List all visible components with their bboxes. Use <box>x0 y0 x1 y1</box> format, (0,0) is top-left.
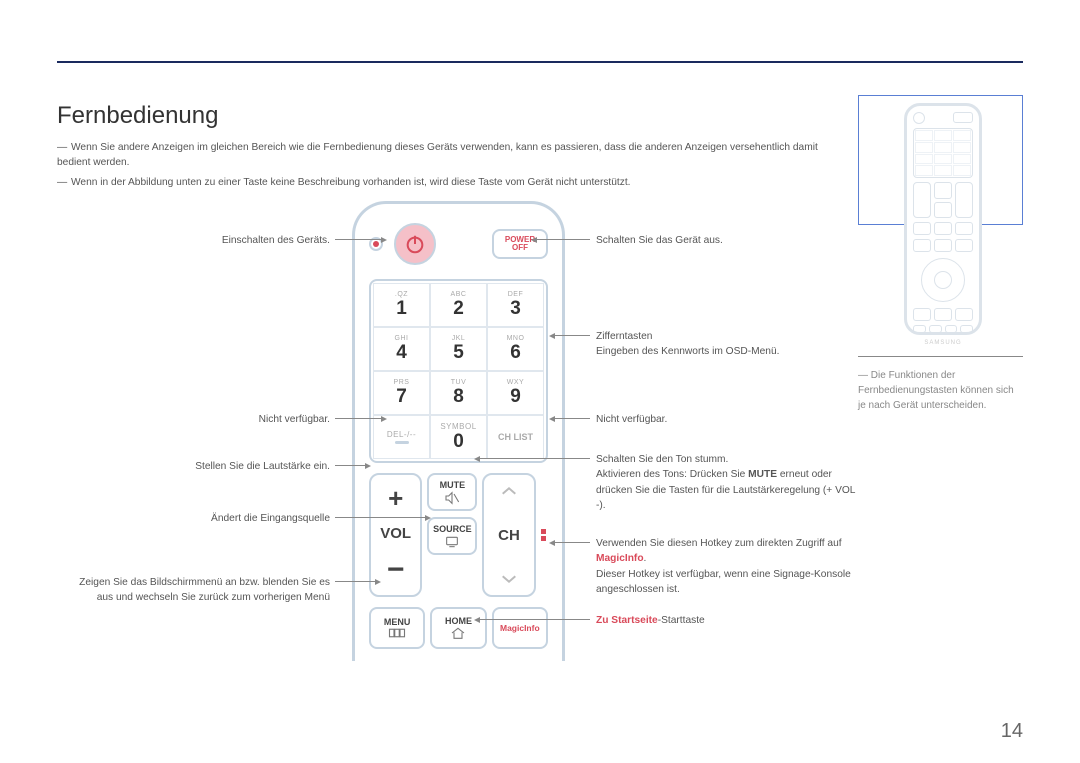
leader <box>335 465 365 466</box>
leader <box>335 517 425 518</box>
callout-na-left: Nicht verfügbar. <box>60 412 330 427</box>
leader <box>335 418 381 419</box>
callout-magicinfo: Verwenden Sie diesen Hotkey zum direkten… <box>596 536 856 597</box>
key-1: .QZ1 <box>373 283 430 327</box>
sidebar-note: ― Die Funktionen der Fernbedienungstaste… <box>858 368 1023 413</box>
remote-diagram: POWEROFF .QZ1 ABC2 DEF3 GHI4 JKL5 MNO6 P… <box>352 201 565 661</box>
magicinfo-button: MagicInfo <box>492 607 548 649</box>
key-7: PRS7 <box>373 371 430 415</box>
leader <box>335 239 381 240</box>
key-chlist: CH LIST <box>487 415 544 459</box>
key-6: MNO6 <box>487 327 544 371</box>
callout-mute: Schalten Sie den Ton stumm. Aktivieren d… <box>596 452 856 513</box>
key-5: JKL5 <box>430 327 487 371</box>
leader <box>480 458 590 459</box>
leader <box>555 542 590 543</box>
page-title: Fernbedienung <box>57 102 218 130</box>
sidebar-rule <box>858 356 1023 357</box>
top-rule <box>57 61 1023 63</box>
callout-na-right: Nicht verfügbar. <box>596 412 856 427</box>
home-button: HOME <box>430 607 486 649</box>
callout-menu: Zeigen Sie das Bildschirmmenü an bzw. bl… <box>60 575 330 606</box>
page-number: 14 <box>1001 720 1023 743</box>
callout-home: Zu Startseite-Starttaste <box>596 613 856 628</box>
power-off-button: POWEROFF <box>492 229 548 259</box>
thumbnail-remote: SAMSUNG <box>904 103 982 335</box>
callout-num: ZifferntastenEingeben des Kennworts im O… <box>596 329 856 360</box>
source-button: SOURCE <box>427 517 477 555</box>
key-0: SYMBOL0 <box>430 415 487 459</box>
menu-button: MENU <box>369 607 425 649</box>
key-9: WXY9 <box>487 371 544 415</box>
callout-power-on: Einschalten des Geräts. <box>60 233 330 248</box>
key-2: ABC2 <box>430 283 487 327</box>
power-on-button <box>394 223 436 265</box>
leader <box>555 335 590 336</box>
note-1: ―Wenn Sie andere Anzeigen im gleichen Be… <box>57 140 827 171</box>
key-3: DEF3 <box>487 283 544 327</box>
leader <box>537 239 590 240</box>
key-8: TUV8 <box>430 371 487 415</box>
mute-button: MUTE <box>427 473 477 511</box>
callout-volume: Stellen Sie die Lautstärke ein. <box>60 459 330 474</box>
leader <box>555 418 590 419</box>
numeric-keypad: .QZ1 ABC2 DEF3 GHI4 JKL5 MNO6 PRS7 TUV8 … <box>369 279 548 463</box>
leader <box>335 581 375 582</box>
channel-rocker: CH <box>482 473 535 597</box>
callout-power-off: Schalten Sie das Gerät aus. <box>596 233 856 248</box>
leader <box>480 619 590 620</box>
key-4: GHI4 <box>373 327 430 371</box>
note-2: ―Wenn in der Abbildung unten zu einer Ta… <box>57 175 827 190</box>
callout-source: Ändert die Eingangsquelle <box>60 511 330 526</box>
